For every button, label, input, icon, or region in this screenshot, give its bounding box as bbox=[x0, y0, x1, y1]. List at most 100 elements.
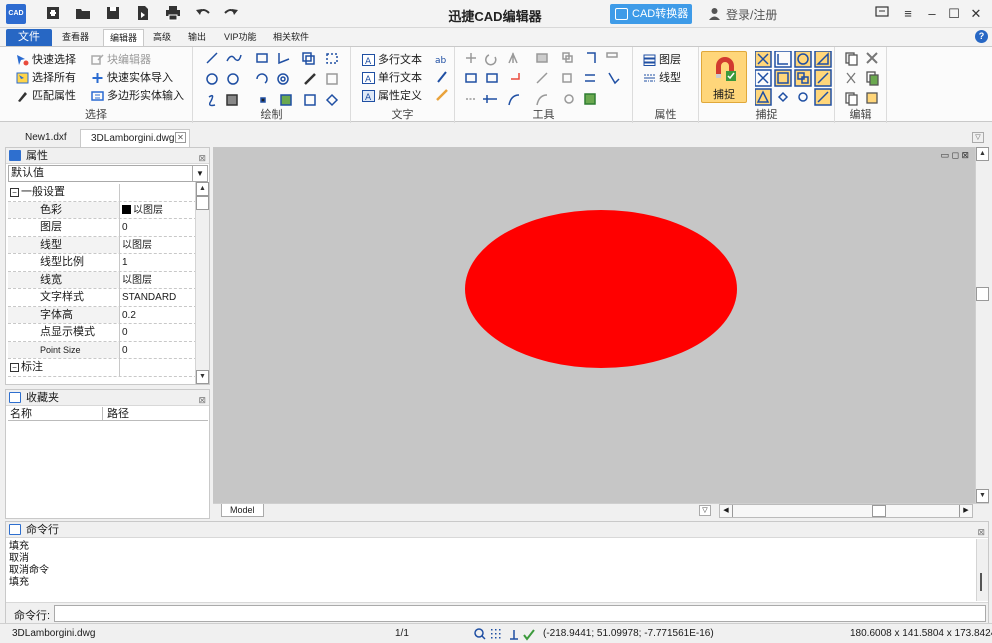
select-all-button[interactable]: 选择所有 bbox=[15, 69, 76, 87]
quick-entity-import-button[interactable]: 快速实体导入 bbox=[90, 69, 173, 87]
message-icon[interactable] bbox=[872, 4, 892, 24]
command-input-row: 命令行: bbox=[6, 602, 988, 623]
multiline-text-button[interactable]: A 多行文本 bbox=[361, 51, 422, 69]
quick-select-button[interactable]: 快速选择 bbox=[15, 51, 76, 69]
property-row[interactable]: 图层 0 bbox=[8, 219, 197, 237]
doc-tab-3dlamborgini[interactable]: 3DLamborgini.dwg bbox=[80, 129, 190, 147]
save-icon[interactable] bbox=[104, 5, 122, 23]
column-header-name[interactable]: 名称 bbox=[10, 407, 32, 421]
tab-list-chevron-icon[interactable]: ▽ bbox=[972, 132, 984, 143]
modify-tools-grid[interactable] bbox=[465, 51, 630, 111]
polygon-entity-input-button[interactable]: 多边形实体输入 bbox=[90, 87, 184, 105]
property-row[interactable]: 线宽 以图层 bbox=[8, 271, 197, 289]
export-icon[interactable] bbox=[134, 5, 152, 23]
snap-mode-grid[interactable] bbox=[755, 51, 833, 111]
scroll-up-icon[interactable]: ▲ bbox=[196, 182, 209, 196]
close-tab-icon[interactable]: ✕ bbox=[175, 132, 186, 143]
menu-icon[interactable]: ≡ bbox=[898, 4, 918, 24]
match-properties-label: 匹配属性 bbox=[32, 90, 76, 102]
scroll-left-icon[interactable]: ◀ bbox=[720, 505, 733, 517]
property-row[interactable]: 文字样式 STANDARD bbox=[8, 289, 197, 307]
property-key: 线型 bbox=[8, 236, 120, 253]
scroll-thumb[interactable] bbox=[196, 196, 209, 210]
open-folder-icon[interactable] bbox=[74, 5, 92, 23]
close-panel-icon[interactable]: ⊠ bbox=[198, 150, 206, 166]
cad-converter-button[interactable]: CAD转换器 bbox=[610, 4, 692, 24]
tab-file[interactable]: 文件 bbox=[6, 29, 52, 46]
red-ellipse[interactable] bbox=[465, 210, 737, 368]
draw-tools-grid[interactable] bbox=[205, 51, 345, 111]
multiline-text-icon: A bbox=[362, 54, 375, 66]
text-style-tools[interactable]: ab bbox=[435, 52, 451, 108]
snap-button[interactable]: 捕捉 bbox=[701, 51, 747, 103]
properties-filter-dropdown[interactable]: 默认值 ▼ bbox=[8, 165, 208, 182]
canvas-horizontal-scrollbar[interactable]: ◀ ▶ bbox=[719, 504, 973, 518]
redo-icon[interactable] bbox=[222, 5, 240, 23]
help-icon[interactable]: ? bbox=[975, 30, 988, 43]
text-group-label: 文字 bbox=[391, 109, 414, 121]
layout-list-chevron-icon[interactable]: ▽ bbox=[699, 505, 711, 516]
close-panel-icon[interactable]: ⊠ bbox=[977, 524, 985, 540]
property-row[interactable]: 线型 以图层 bbox=[8, 236, 197, 254]
command-panel-header: 命令行 ⊠ bbox=[6, 522, 988, 538]
close-panel-icon[interactable]: ⊠ bbox=[198, 392, 206, 408]
multiline-text-label: 多行文本 bbox=[378, 54, 422, 66]
drawing-canvas[interactable]: ▭ ◻ ⊠ bbox=[213, 147, 989, 503]
status-page: 1/1 bbox=[395, 628, 409, 639]
canvas-vertical-scrollbar[interactable]: ▲ ▼ bbox=[975, 147, 989, 503]
status-toggle-icons[interactable] bbox=[474, 627, 538, 641]
layer-button[interactable]: 图层 bbox=[642, 51, 681, 69]
scroll-thumb[interactable] bbox=[976, 287, 989, 301]
snap-group-label: 捕捉 bbox=[755, 109, 778, 121]
block-editor-button[interactable]: 块编辑器 bbox=[90, 51, 151, 69]
minimize-icon[interactable]: – bbox=[922, 4, 942, 24]
app-logo[interactable]: CAD bbox=[6, 4, 26, 24]
canvas-window-controls[interactable]: ▭ ◻ ⊠ bbox=[940, 150, 969, 161]
tab-related-software[interactable]: 相关软件 bbox=[267, 29, 315, 46]
doc-tab-new1[interactable]: New1.dxf bbox=[15, 129, 77, 147]
properties-scrollbar[interactable]: ▲ ▼ bbox=[195, 182, 209, 384]
scroll-up-icon[interactable]: ▲ bbox=[976, 147, 989, 161]
edit-tools-grid[interactable] bbox=[845, 51, 881, 109]
property-group-annotation[interactable]: − 标注 bbox=[8, 359, 197, 377]
scroll-right-icon[interactable]: ▶ bbox=[959, 505, 972, 517]
linetype-button[interactable]: 线型 bbox=[642, 69, 681, 87]
svg-text:A: A bbox=[365, 75, 372, 84]
property-row[interactable]: 字体高 0.2 bbox=[8, 306, 197, 324]
scroll-thumb[interactable] bbox=[872, 505, 886, 517]
tab-editor[interactable]: 编辑器 bbox=[103, 29, 145, 46]
tab-advanced[interactable]: 高级 bbox=[147, 29, 177, 46]
property-row[interactable]: 线型比例 1 bbox=[8, 254, 197, 272]
svg-text:A: A bbox=[365, 57, 372, 66]
single-line-text-button[interactable]: A 单行文本 bbox=[361, 69, 422, 87]
scroll-thumb[interactable] bbox=[980, 573, 982, 591]
property-row[interactable]: 色彩 以图层 bbox=[8, 201, 197, 219]
column-header-path[interactable]: 路径 bbox=[102, 407, 129, 421]
login-link[interactable]: 登录/注册 bbox=[708, 6, 777, 23]
command-input-label: 命令行: bbox=[14, 610, 51, 622]
maximize-icon[interactable]: ☐ bbox=[944, 4, 964, 24]
scroll-down-icon[interactable]: ▼ bbox=[976, 489, 989, 503]
command-panel-title: 命令行 bbox=[26, 524, 59, 536]
model-tab[interactable]: Model bbox=[221, 504, 264, 517]
svg-text:ab: ab bbox=[435, 56, 447, 66]
print-icon[interactable] bbox=[164, 5, 182, 23]
color-swatch bbox=[122, 204, 131, 214]
attribute-define-button[interactable]: A 属性定义 bbox=[361, 87, 422, 105]
match-properties-button[interactable]: 匹配属性 bbox=[15, 87, 76, 105]
tab-vip[interactable]: VIP功能 bbox=[218, 29, 263, 46]
close-icon[interactable]: ✕ bbox=[966, 4, 986, 24]
scroll-down-icon[interactable]: ▼ bbox=[196, 370, 209, 384]
command-log-scrollbar[interactable] bbox=[976, 539, 988, 601]
property-group-general[interactable]: − 一般设置 bbox=[8, 184, 197, 202]
undo-icon[interactable] bbox=[194, 5, 212, 23]
tab-output[interactable]: 输出 bbox=[182, 29, 212, 46]
property-key: Point Size bbox=[8, 341, 120, 358]
tab-viewer[interactable]: 查看器 bbox=[56, 29, 95, 46]
property-key: 线型比例 bbox=[8, 254, 120, 271]
property-row[interactable]: 点显示模式 0 bbox=[8, 324, 197, 342]
property-row[interactable]: Point Size 0 bbox=[8, 341, 197, 359]
property-key: 文字样式 bbox=[8, 289, 120, 306]
command-input[interactable] bbox=[54, 605, 986, 622]
new-icon[interactable] bbox=[44, 5, 62, 23]
